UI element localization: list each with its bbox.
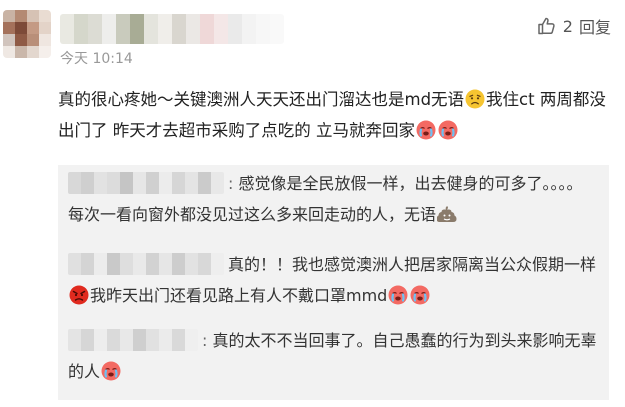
reply-item: : 真的太不不当回事了。自己愚蠢的行为到头来影响无辜的人: [68, 325, 598, 387]
reply-count: 2: [562, 16, 573, 36]
reply-username-blurred[interactable]: [68, 329, 198, 351]
reply-username-blurred[interactable]: [68, 253, 224, 275]
comment-text-part1: 真的很心疼她～关键澳洲人天天还出门溜达也是md无语: [58, 90, 465, 109]
replies-box: : 感觉像是全民放假一样，出去健身的可多了。。。。每次一看向窗外都没见过这么多来…: [58, 165, 609, 400]
reply-item: : 感觉像是全民放假一样，出去健身的可多了。。。。每次一看向窗外都没见过这么多来…: [68, 168, 598, 230]
cry-icon: [410, 284, 430, 305]
reply-text-part1: 真的！！我也感觉澳洲人把居家隔离当公众假期一样: [228, 255, 597, 274]
reply-prefix: :: [228, 174, 239, 193]
reply-prefix: :: [202, 331, 213, 350]
comment-text: 真的很心疼她～关键澳洲人天天还出门溜达也是md无语 我住ct 两周都没出门了 昨天…: [58, 84, 608, 146]
angry-face-icon: [69, 284, 89, 305]
shit-icon: [436, 203, 457, 223]
cry-icon: [416, 119, 436, 140]
comment-avatar[interactable]: [3, 10, 51, 58]
username-blurred[interactable]: [60, 14, 284, 44]
cry-icon: [438, 119, 458, 140]
reply-text-part2: 我昨天出门还看见路上有人不戴口罩mmd: [90, 286, 388, 305]
reply-username-blurred[interactable]: [68, 172, 224, 194]
reply-button[interactable]: 2 回复: [537, 14, 611, 38]
cry-icon: [101, 360, 121, 381]
reply-item: 真的！！我也感觉澳洲人把居家隔离当公众假期一样我昨天出门还看见路上有人不戴口罩m…: [68, 249, 598, 311]
sad-face-icon: [465, 88, 485, 109]
thumbs-up-icon: [537, 16, 557, 36]
cry-icon: [388, 284, 408, 305]
comment-time: 今天 10:14: [60, 51, 133, 67]
reply-label: 回复: [578, 18, 611, 37]
